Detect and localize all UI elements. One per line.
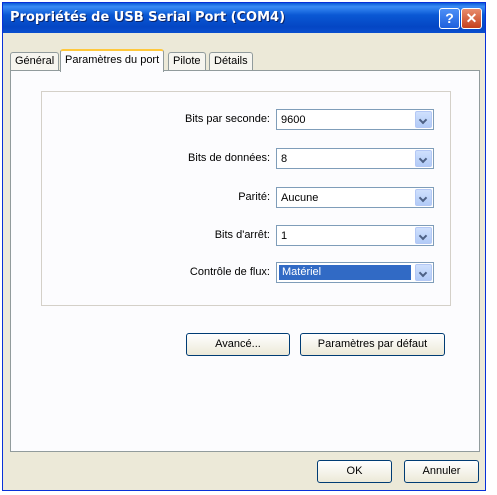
tab-details[interactable]: Détails xyxy=(209,52,253,70)
cancel-button[interactable]: Annuler xyxy=(404,460,479,483)
bits-per-second-value: 9600 xyxy=(281,114,306,126)
tab-panel: Bits par seconde: 9600 Bits de données: … xyxy=(10,70,480,452)
data-bits-select[interactable]: 8 xyxy=(276,148,434,169)
tab-port-settings[interactable]: Paramètres du port xyxy=(60,49,165,72)
advanced-button[interactable]: Avancé... xyxy=(186,333,290,356)
ok-button[interactable]: OK xyxy=(317,460,392,483)
port-settings-group: Bits par seconde: 9600 Bits de données: … xyxy=(41,91,451,306)
tab-general[interactable]: Général xyxy=(10,52,60,70)
restore-defaults-button[interactable]: Paramètres par défaut xyxy=(300,333,445,356)
parity-row: Parité: Aucune xyxy=(42,187,450,209)
stop-bits-row: Bits d'arrêt: 1 xyxy=(42,225,450,247)
tab-strip: Général Paramètres du port Pilote Détail… xyxy=(10,49,480,72)
flow-control-label: Contrôle de flux: xyxy=(189,266,270,278)
properties-dialog: Propriétés de USB Serial Port (COM4) ? ✕… xyxy=(2,2,486,491)
stop-bits-label: Bits d'arrêt: xyxy=(214,229,270,241)
data-bits-label: Bits de données: xyxy=(188,152,270,164)
stop-bits-value: 1 xyxy=(281,230,288,242)
flow-control-row: Contrôle de flux: Matériel xyxy=(42,262,450,284)
window-title: Propriétés de USB Serial Port (COM4) xyxy=(10,10,286,25)
close-icon: ✕ xyxy=(465,10,478,26)
data-bits-value: 8 xyxy=(281,153,288,165)
help-icon: ? xyxy=(445,10,454,26)
stop-bits-select[interactable]: 1 xyxy=(276,225,434,246)
parity-value: Aucune xyxy=(281,192,319,204)
bits-per-second-select[interactable]: 9600 xyxy=(276,109,434,130)
data-bits-row: Bits de données: 8 xyxy=(42,148,450,170)
parity-label: Parité: xyxy=(238,191,270,203)
title-bar[interactable]: Propriétés de USB Serial Port (COM4) ? ✕ xyxy=(3,3,485,33)
help-button[interactable]: ? xyxy=(439,8,460,29)
chevron-down-icon[interactable] xyxy=(415,150,432,167)
parity-select[interactable]: Aucune xyxy=(276,187,434,208)
bits-per-second-row: Bits par seconde: 9600 xyxy=(42,109,450,131)
bits-per-second-label: Bits par seconde: xyxy=(185,113,270,125)
chevron-down-icon[interactable] xyxy=(415,189,432,206)
flow-control-select[interactable]: Matériel xyxy=(276,262,434,283)
chevron-down-icon[interactable] xyxy=(415,227,432,244)
chevron-down-icon[interactable] xyxy=(415,264,432,281)
close-button[interactable]: ✕ xyxy=(461,8,482,29)
tab-driver[interactable]: Pilote xyxy=(168,52,206,70)
flow-control-value: Matériel xyxy=(279,265,411,280)
chevron-down-icon[interactable] xyxy=(415,111,432,128)
